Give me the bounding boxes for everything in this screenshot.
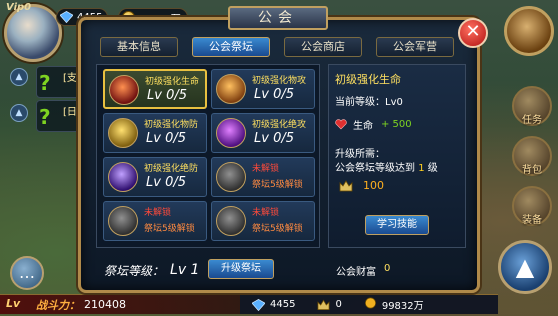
- unlock-condition: 祭坛5级解锁: [252, 224, 303, 234]
- skill-level: Lv 0/5: [254, 87, 294, 102]
- altar-level-value: Lv 1: [170, 262, 200, 278]
- skill-icon: [109, 75, 139, 105]
- skill-name: 初级强化物攻: [252, 76, 307, 86]
- world-map-icon[interactable]: [504, 6, 554, 56]
- bottom-honor-counter: 0: [317, 299, 342, 311]
- combat-power-value: 210408: [84, 298, 126, 311]
- quest-tag: [支: [63, 73, 77, 84]
- question-mark-icon: ?: [39, 105, 51, 129]
- locked-skill-icon: [216, 206, 246, 236]
- locked-skill-icon: [108, 206, 138, 236]
- skill-card-sdef[interactable]: 初级强化绝防 Lv 0/5: [103, 157, 207, 197]
- requirement-unit: 级: [427, 163, 438, 174]
- cost-row: 100: [339, 179, 384, 192]
- quest-button[interactable]: 任务: [512, 86, 552, 126]
- bottom-gold-count: 99832万: [381, 301, 424, 312]
- stat-value: + 500: [381, 119, 412, 130]
- upgrade-requirement-header: 升级所需：: [335, 149, 385, 160]
- tab-basic-info[interactable]: 基本信息: [100, 37, 178, 57]
- guild-wealth-label: 公会财富: [336, 267, 376, 278]
- tab-guild-altar[interactable]: 公会祭坛: [192, 37, 270, 57]
- skill-name: 初级强化绝防: [144, 164, 199, 174]
- guild-tabs: 基本信息 公会祭坛 公会商店 公会军营: [100, 37, 454, 57]
- bottom-gold-counter: 99832万: [364, 297, 424, 312]
- skill-name: 初级强化绝攻: [252, 120, 307, 130]
- combat-power-bar: Lv 战斗力： 210408: [0, 294, 240, 314]
- heart-icon: [335, 119, 347, 130]
- bottom-honor-count: 0: [335, 299, 342, 310]
- bag-button-label: 背包: [522, 165, 542, 176]
- current-level: 当前等级：Lv0: [335, 97, 403, 108]
- upgrade-altar-button[interactable]: 升级祭坛: [208, 259, 274, 279]
- gold-coin-icon: [364, 297, 376, 309]
- player-level-label: Lv: [6, 297, 21, 310]
- skill-card-patk[interactable]: 初级强化物攻 Lv 0/5: [211, 69, 315, 109]
- question-mark-icon: ?: [39, 71, 51, 95]
- skill-name: 未解锁: [144, 208, 172, 218]
- skill-level: Lv 0/5: [146, 131, 186, 146]
- combat-power-label: 战斗力：: [36, 298, 80, 312]
- crown-icon: [318, 299, 330, 311]
- equip-button[interactable]: 装备: [512, 186, 552, 226]
- skill-icon: [216, 118, 246, 148]
- guild-wealth-value: 0: [384, 263, 391, 274]
- expand-arrow-icon[interactable]: ▲: [10, 68, 28, 86]
- quest-button-label: 任务: [522, 115, 542, 126]
- upgrade-requirement: 公会祭坛等级达到 1 级: [335, 159, 438, 174]
- requirement-level: 1: [418, 163, 425, 174]
- bottom-gem-count: 4455: [270, 299, 296, 310]
- stat-row: 生命 + 500: [335, 117, 412, 132]
- close-button[interactable]: ✕: [458, 18, 488, 48]
- bottom-gem-counter: 4455: [252, 299, 296, 311]
- dialog-title: 公会: [228, 6, 328, 30]
- detail-title: 初级强化生命: [335, 73, 401, 86]
- guild-wealth: 公会财富 0: [336, 263, 390, 278]
- vip-level: Vip0: [6, 2, 32, 13]
- navigation-arrow-icon[interactable]: ▲: [498, 240, 552, 294]
- skill-name: 未解锁: [252, 164, 280, 174]
- skill-icon: [216, 74, 246, 104]
- tab-guild-shop[interactable]: 公会商店: [284, 37, 362, 57]
- skill-icon: [108, 118, 138, 148]
- skill-name: 初级强化生命: [145, 77, 200, 87]
- equip-button-label: 装备: [522, 215, 542, 226]
- skill-card-locked[interactable]: 未解锁 祭坛5级解锁: [103, 201, 207, 241]
- skill-icon: [108, 162, 138, 192]
- stat-name: 生命: [353, 121, 373, 132]
- skill-detail-panel: 初级强化生命 当前等级：Lv0 生命 + 500 升级所需： 公会祭坛等级达到 …: [328, 64, 466, 248]
- altar-level-label: 祭坛等级：: [104, 264, 165, 278]
- requirement-text: 公会祭坛等级达到: [335, 163, 415, 174]
- gem-icon: [252, 299, 265, 311]
- chat-bubble-icon[interactable]: …: [10, 256, 44, 290]
- crown-icon: [339, 179, 353, 191]
- skill-card-locked[interactable]: 未解锁 祭坛5级解锁: [211, 157, 315, 197]
- locked-skill-icon: [216, 162, 246, 192]
- unlock-condition: 祭坛5级解锁: [252, 180, 303, 190]
- skill-grid: 初级强化生命 Lv 0/5 初级强化物攻 Lv 0/5 初级强化物防 Lv 0/…: [96, 64, 320, 248]
- gem-icon: [60, 11, 73, 23]
- tab-guild-barracks[interactable]: 公会军营: [376, 37, 454, 57]
- skill-card-hp[interactable]: 初级强化生命 Lv 0/5: [103, 69, 207, 109]
- skill-name: 初级强化物防: [144, 120, 199, 130]
- skill-name: 未解锁: [252, 208, 280, 218]
- unlock-condition: 祭坛5级解锁: [144, 224, 195, 234]
- bottom-resource-bar: 4455 0 99832万: [240, 294, 498, 314]
- skill-level: Lv 0/5: [254, 131, 294, 146]
- skill-level: Lv 0/5: [147, 88, 187, 103]
- cost-value: 100: [363, 179, 384, 192]
- skill-card-pdef[interactable]: 初级强化物防 Lv 0/5: [103, 113, 207, 153]
- bag-button[interactable]: 背包: [512, 136, 552, 176]
- skill-card-locked[interactable]: 未解锁 祭坛5级解锁: [211, 201, 315, 241]
- skill-level: Lv 0/5: [146, 175, 186, 190]
- expand-arrow-icon[interactable]: ▲: [10, 104, 28, 122]
- quest-tag: [日: [63, 107, 77, 118]
- altar-level: 祭坛等级： Lv 1: [104, 262, 199, 279]
- skill-card-satk[interactable]: 初级强化绝攻 Lv 0/5: [211, 113, 315, 153]
- learn-skill-button[interactable]: 学习技能: [365, 215, 429, 235]
